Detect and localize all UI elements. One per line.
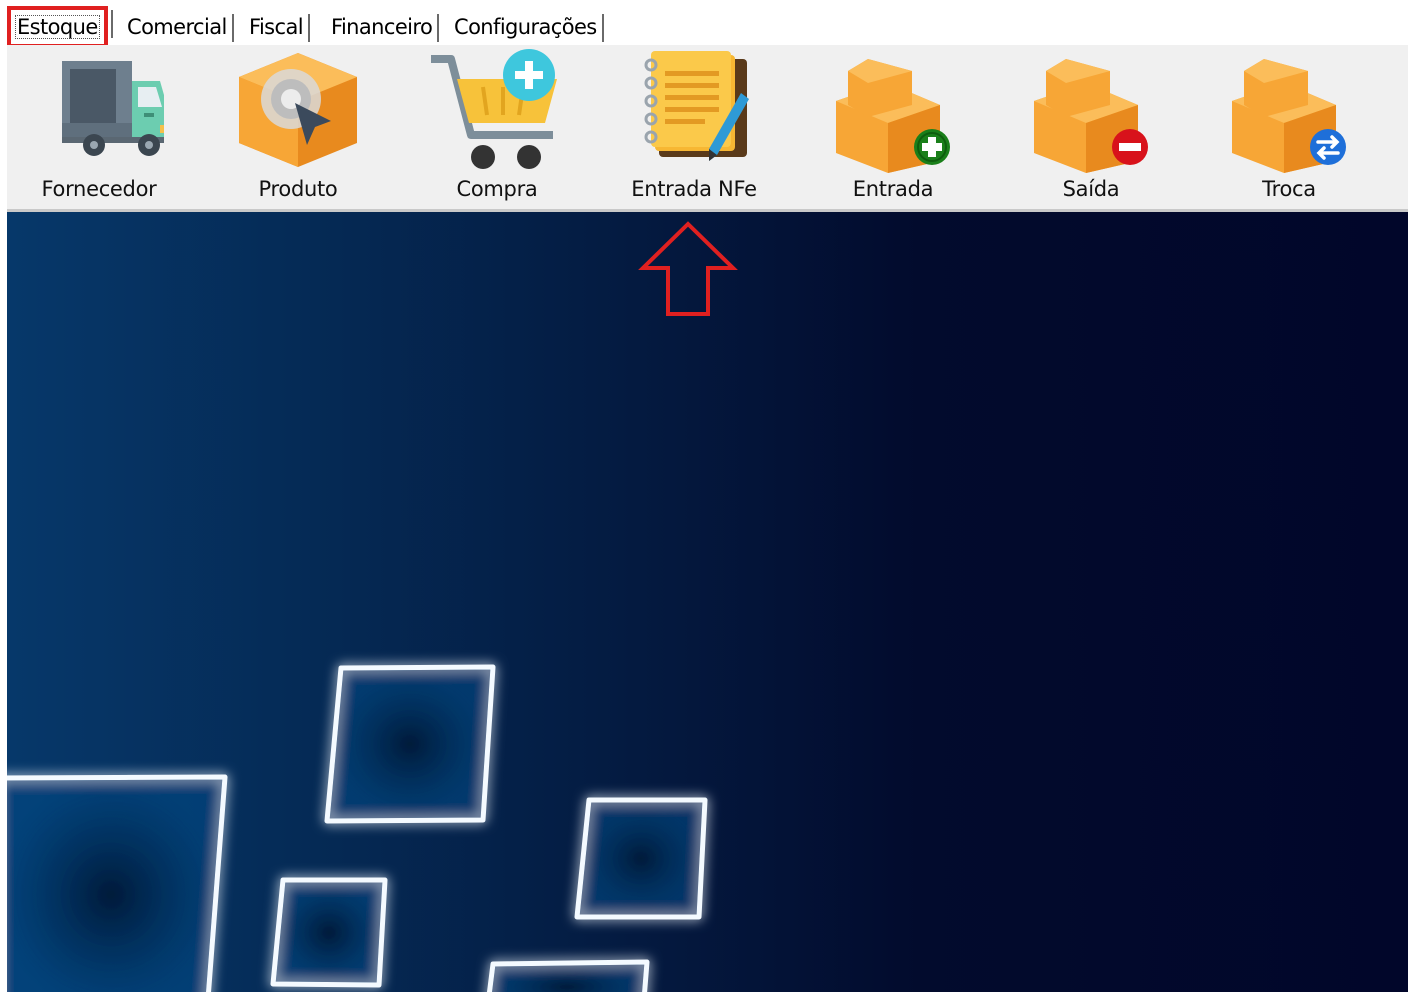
produto-button[interactable]: Produto bbox=[208, 45, 388, 209]
produto-label: Produto bbox=[258, 177, 338, 201]
compra-button[interactable]: Compra bbox=[407, 45, 587, 209]
troca-label: Troca bbox=[1262, 177, 1316, 201]
main-desktop-area bbox=[7, 212, 1408, 992]
fornecedor-button[interactable]: Fornecedor bbox=[9, 45, 189, 209]
fornecedor-label: Fornecedor bbox=[41, 177, 157, 201]
notebook-pencil-icon bbox=[644, 51, 749, 161]
box-remove-icon bbox=[1034, 59, 1148, 173]
saida-label: Saída bbox=[1062, 177, 1120, 201]
cart-add-icon bbox=[431, 49, 557, 169]
tab-comercial[interactable]: Comercial bbox=[127, 12, 235, 42]
entrada-nfe-label: Entrada NFe bbox=[631, 177, 757, 201]
tab-fiscal[interactable]: Fiscal bbox=[249, 12, 311, 42]
entrada-label: Entrada bbox=[852, 177, 934, 201]
menu-tab-strip: Estoque Comercial Fiscal Financeiro Conf… bbox=[7, 6, 1408, 48]
entrada-nfe-button[interactable]: Entrada NFe bbox=[604, 45, 784, 209]
tab-financeiro[interactable]: Financeiro bbox=[331, 12, 441, 42]
saida-button[interactable]: Saída bbox=[1001, 45, 1181, 209]
tab-estoque-label: Estoque bbox=[15, 15, 100, 39]
compra-label: Compra bbox=[456, 177, 538, 201]
box-swap-icon bbox=[1232, 59, 1346, 173]
box-cursor-icon bbox=[239, 53, 357, 167]
annotation-arrow-up-icon bbox=[638, 221, 738, 316]
app-window: Estoque Comercial Fiscal Financeiro Conf… bbox=[7, 0, 1408, 992]
entrada-button[interactable]: Entrada bbox=[803, 45, 983, 209]
truck-icon bbox=[62, 61, 164, 156]
troca-button[interactable]: Troca bbox=[1199, 45, 1379, 209]
box-add-icon bbox=[836, 59, 950, 173]
tab-estoque[interactable]: Estoque bbox=[7, 6, 114, 48]
tab-configuracoes[interactable]: Configurações bbox=[454, 12, 605, 42]
background-squares-decoration bbox=[7, 664, 708, 992]
ribbon-toolbar: Fornecedor Produto Compra Entrada NFe En… bbox=[7, 45, 1408, 212]
